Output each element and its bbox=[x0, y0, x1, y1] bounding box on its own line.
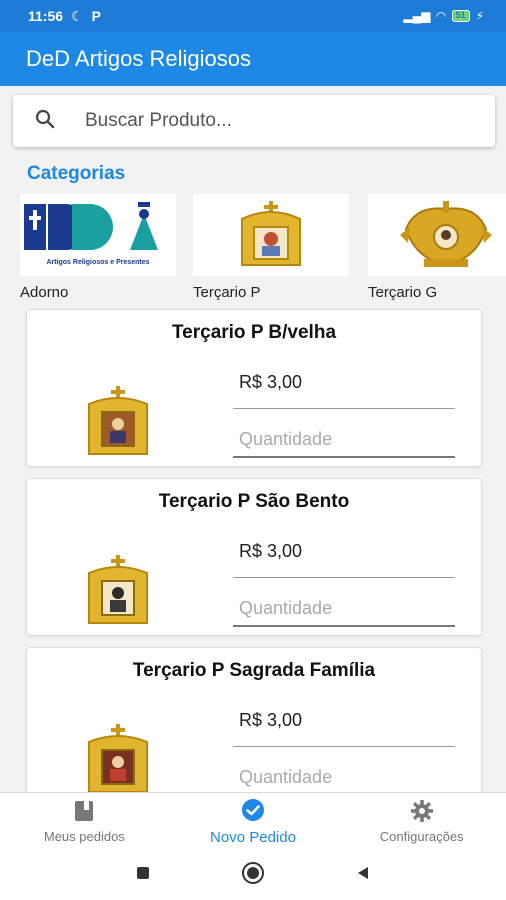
categories-title: Categorias bbox=[27, 163, 126, 184]
product-card: Terçario P Sagrada Família R$ 3,00 bbox=[26, 647, 482, 807]
check-circle-icon bbox=[241, 798, 265, 826]
product-name: Terçario P B/velha bbox=[171, 322, 337, 343]
nav-label: Novo Pedido bbox=[210, 828, 296, 846]
p-icon: P bbox=[91, 8, 101, 24]
category-item-tercario-g[interactable]: Terçario G bbox=[368, 194, 506, 301]
divider bbox=[233, 408, 455, 409]
nav-configuracoes[interactable]: Configurações bbox=[337, 793, 506, 850]
charging-icon: ⚡ bbox=[475, 9, 484, 23]
search-icon bbox=[33, 107, 57, 136]
signal-icon: ▂▄▆ bbox=[403, 9, 431, 23]
product-card: Terçario P São Bento R$ 3,00 bbox=[26, 478, 482, 636]
quantity-input[interactable] bbox=[233, 591, 455, 627]
categories-carousel[interactable]: Artigos Religiosos e Presentes Adorno Te… bbox=[0, 194, 506, 304]
divider bbox=[233, 746, 455, 747]
book-icon bbox=[72, 799, 96, 826]
product-image bbox=[85, 724, 151, 794]
nav-meus-pedidos[interactable]: Meus pedidos bbox=[0, 793, 169, 850]
category-label: Terçario P bbox=[193, 284, 261, 301]
product-price: R$ 3,00 bbox=[239, 541, 303, 561]
adorno-logo-text: Artigos Religiosos e Presentes bbox=[46, 259, 149, 266]
product-price: R$ 3,00 bbox=[239, 372, 303, 392]
status-bar: 11:56 ☾ P ▂▄▆ ◠ 51 ⚡ bbox=[0, 0, 506, 32]
system-navigation-bar bbox=[0, 850, 506, 900]
category-image: Artigos Religiosos e Presentes bbox=[20, 194, 176, 276]
product-image bbox=[85, 555, 151, 625]
product-card: Terçario P B/velha R$ 3,00 bbox=[26, 309, 482, 467]
recent-apps-icon[interactable] bbox=[135, 865, 151, 886]
nav-label: Configurações bbox=[379, 829, 464, 844]
category-item-tercario-p[interactable]: Terçario P bbox=[193, 194, 349, 301]
quantity-input[interactable] bbox=[233, 422, 455, 458]
search-input[interactable] bbox=[85, 110, 445, 132]
back-icon[interactable] bbox=[355, 865, 371, 886]
category-image bbox=[193, 194, 349, 276]
moon-icon: ☾ bbox=[71, 7, 84, 24]
product-name: Terçario P Sagrada Família bbox=[132, 660, 376, 681]
quantity-input[interactable] bbox=[233, 760, 455, 796]
home-icon[interactable] bbox=[241, 861, 265, 890]
app-bar: DeD Artigos Religiosos bbox=[0, 32, 506, 86]
gear-icon bbox=[410, 799, 434, 826]
product-name: Terçario P São Bento bbox=[158, 491, 350, 512]
category-label: Terçario G bbox=[368, 284, 438, 301]
divider bbox=[233, 577, 455, 578]
status-time: 11:56 bbox=[28, 8, 64, 24]
category-label: Adorno bbox=[20, 284, 69, 301]
nav-label: Meus pedidos bbox=[43, 829, 125, 844]
battery-icon: 51 bbox=[451, 10, 470, 22]
category-image bbox=[368, 194, 506, 276]
product-price: R$ 3,00 bbox=[239, 710, 303, 730]
wifi-icon: ◠ bbox=[436, 9, 446, 23]
category-item-adorno[interactable]: Artigos Religiosos e Presentes Adorno bbox=[20, 194, 176, 301]
nav-novo-pedido[interactable]: Novo Pedido bbox=[169, 793, 338, 850]
search-box[interactable] bbox=[13, 95, 495, 147]
bottom-navigation: Meus pedidos Novo Pedido Configurações bbox=[0, 792, 506, 850]
product-image bbox=[85, 386, 151, 456]
app-title: DeD Artigos Religiosos bbox=[26, 46, 251, 71]
